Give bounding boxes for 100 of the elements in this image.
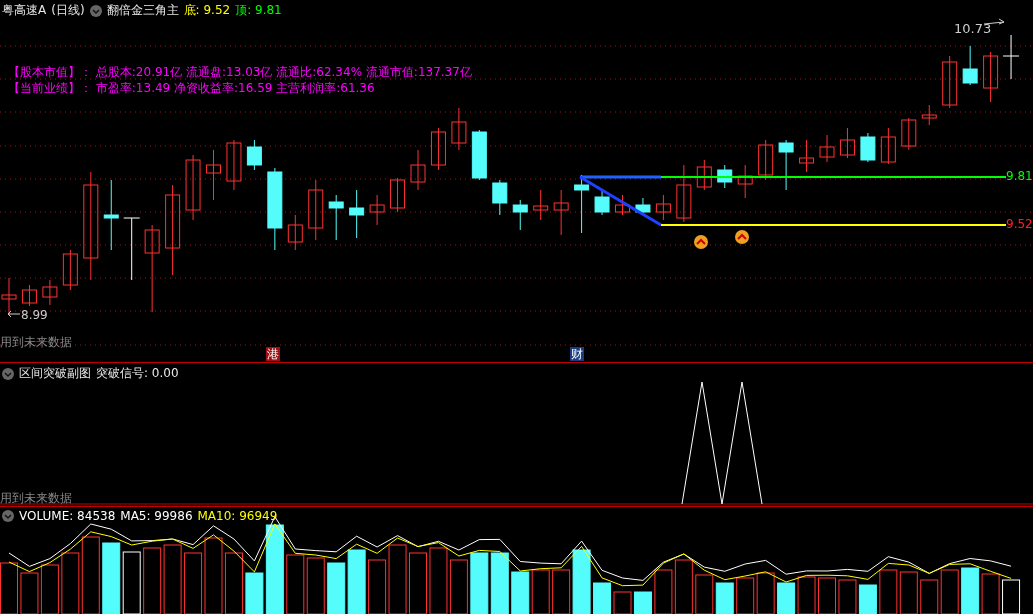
volume-bar — [20, 572, 39, 614]
candlestick — [880, 127, 896, 165]
chevron-down-icon[interactable] — [89, 4, 102, 17]
candlestick — [42, 279, 58, 306]
volume-bar — [736, 577, 755, 614]
candlestick — [533, 189, 549, 221]
candlestick — [860, 132, 876, 163]
warning-note: 用到未来数据 — [0, 334, 72, 351]
candlestick — [942, 55, 958, 109]
volume-bar — [531, 569, 550, 614]
candlestick — [471, 129, 487, 181]
volume-bar — [981, 573, 1000, 614]
volume-bar — [40, 564, 59, 614]
candlestick — [451, 107, 467, 151]
volume-bar — [409, 552, 427, 614]
event-tag[interactable]: 港 — [266, 347, 280, 361]
volume-bar — [777, 582, 796, 614]
volume-bar — [163, 544, 182, 614]
candlestick — [737, 164, 753, 199]
candlestick — [758, 139, 774, 181]
candlestick — [594, 189, 610, 216]
candlestick — [696, 159, 712, 191]
info-line: 【股本市值】： 总股本:20.91亿 流通盘:13.03亿 流通比:62.34% 流通市值:137.37亿 — [8, 64, 472, 80]
candlestick — [492, 179, 508, 216]
candlestick — [962, 45, 978, 86]
volume-bar — [695, 574, 714, 614]
candlestick — [246, 139, 262, 171]
volume-bar — [61, 552, 80, 614]
volume-bar — [674, 559, 693, 614]
candlestick — [62, 249, 78, 291]
period-label: (日线) — [51, 2, 85, 19]
candlestick — [574, 174, 590, 234]
indicator-name: 区间突破副图 — [19, 365, 91, 382]
up-chevron-icon — [694, 235, 708, 249]
volume-bar — [838, 579, 857, 614]
candlestick — [553, 189, 569, 236]
volume-bar — [920, 579, 939, 614]
price-label: 8.99 — [21, 308, 48, 322]
candlestick — [103, 179, 119, 251]
candlestick — [21, 284, 37, 307]
indicator-value: 底: 9.52 — [183, 2, 231, 19]
candlestick — [123, 217, 141, 281]
leader-line — [983, 18, 1005, 25]
volume-bar — [858, 584, 877, 614]
volume-bar — [470, 552, 489, 614]
volume-bar — [633, 591, 652, 614]
candlestick — [1002, 34, 1020, 80]
candlestick — [328, 194, 344, 241]
stock-name: 粤高速A — [2, 2, 47, 19]
info-line: 【当前业绩】： 市盈率:13.49 净资收益率:16.59 主营利润率:61.36 — [8, 80, 376, 96]
candlestick — [615, 194, 630, 216]
candlestick — [349, 189, 365, 239]
volume-bar — [715, 582, 734, 614]
candlestick — [390, 177, 406, 213]
volume-bar — [327, 562, 346, 614]
chevron-down-icon[interactable] — [2, 367, 14, 380]
volume-bar — [1002, 579, 1021, 614]
volume-reading: MA5: 99986 — [120, 509, 193, 523]
volume-bar — [756, 572, 775, 614]
volume-bar — [102, 542, 121, 614]
candlestick — [206, 149, 221, 201]
volume-bar — [449, 559, 468, 614]
candlestick — [185, 154, 201, 221]
candlestick — [655, 194, 671, 221]
volume-bar — [388, 544, 407, 614]
candlestick — [921, 104, 937, 126]
candlestick — [430, 127, 446, 171]
price-label: 10.73 — [954, 21, 992, 36]
candlestick — [410, 149, 426, 191]
volume-bar — [286, 554, 305, 614]
volume-reading: MA10: 96949 — [197, 509, 278, 523]
candlestick — [512, 199, 528, 231]
indicator-value: 顶: 9.81 — [235, 2, 282, 19]
up-chevron-icon — [735, 230, 749, 244]
volume-bar — [490, 552, 509, 614]
volume-bar — [899, 571, 918, 614]
volume-bar — [122, 551, 141, 614]
volume-bar — [347, 549, 366, 614]
candlestick — [983, 51, 999, 103]
volume-bar — [143, 547, 162, 614]
candlestick — [839, 127, 855, 159]
event-tag[interactable]: 财 — [570, 347, 584, 361]
volume-bar — [818, 577, 836, 614]
volume-bar — [0, 562, 18, 614]
volume-bar — [224, 552, 243, 614]
leader-line — [7, 310, 21, 318]
indicator-name: 翻倍金三角主 — [106, 2, 179, 19]
level-price-label: 9.52 — [1006, 217, 1033, 231]
volume-bar — [429, 547, 448, 614]
volume-bar — [879, 569, 898, 614]
chevron-down-icon[interactable] — [2, 510, 14, 522]
candlestick — [226, 139, 242, 191]
candlestick — [819, 134, 835, 163]
candlestick — [308, 179, 324, 241]
volume-bar — [613, 591, 632, 614]
volume-bar — [511, 571, 530, 614]
volume-reading: VOLUME: 84538 — [19, 509, 116, 523]
volume-bar — [961, 567, 980, 614]
volume-bar — [368, 559, 387, 614]
candlestick — [369, 194, 385, 226]
